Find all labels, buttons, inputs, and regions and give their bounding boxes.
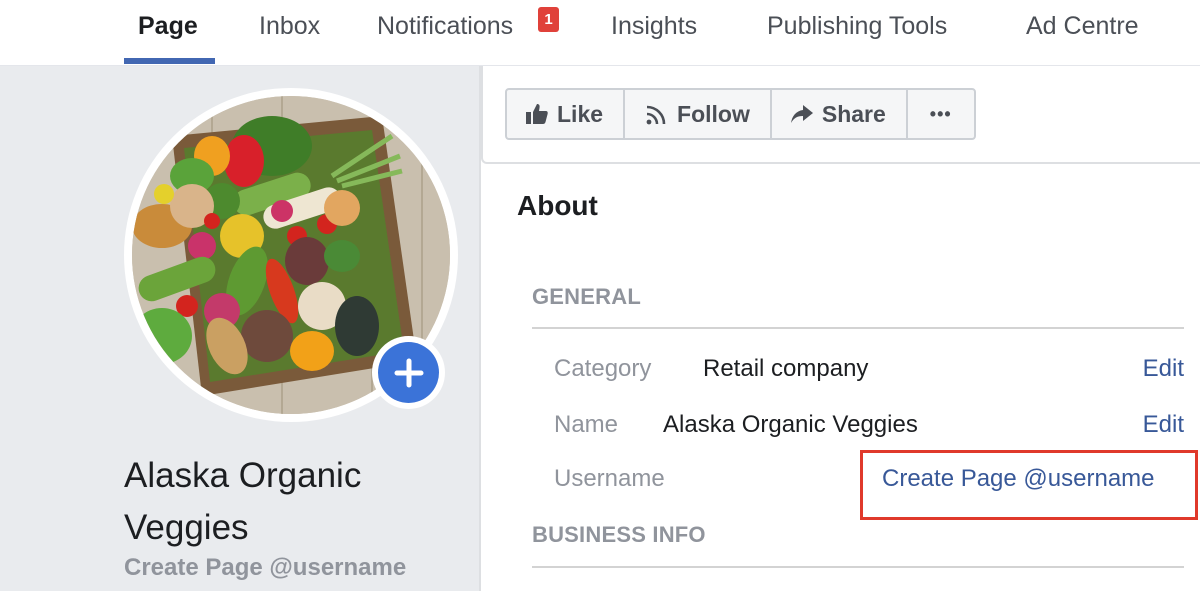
tab-insights[interactable]: Insights [611, 12, 697, 41]
active-tab-indicator [124, 58, 215, 64]
tab-notifications[interactable]: Notifications [377, 12, 513, 41]
about-heading: About [517, 190, 598, 221]
like-label: Like [557, 100, 604, 127]
create-page-username-link[interactable]: Create Page @username [882, 465, 1155, 493]
category-label: Category [554, 355, 652, 382]
edit-name-link[interactable]: Edit [1143, 411, 1184, 439]
thumbs-up-icon [526, 104, 548, 124]
page-profile-panel: Alaska Organic Veggies Create Page @user… [0, 66, 481, 591]
page-name-heading: Alaska Organic Veggies [124, 456, 362, 547]
name-value: Alaska Organic Veggies [663, 411, 918, 438]
like-button[interactable]: Like [507, 90, 626, 138]
edit-category-link[interactable]: Edit [1143, 355, 1184, 383]
share-button[interactable]: Share [772, 90, 908, 138]
notifications-count-badge: 1 [538, 7, 559, 32]
rss-follow-icon [646, 105, 666, 125]
plus-icon [394, 358, 423, 387]
general-section-label: GENERAL [532, 284, 641, 309]
share-label: Share [821, 100, 886, 127]
follow-button[interactable]: Follow [625, 90, 772, 138]
tab-page[interactable]: Page [138, 12, 198, 41]
more-options-button[interactable]: ••• [908, 90, 974, 138]
category-value: Retail company [703, 355, 869, 382]
page-top-nav: Page Inbox Notifications 1 Insights Publ… [0, 0, 1200, 66]
share-arrow-icon [790, 105, 813, 123]
follow-label: Follow [677, 100, 750, 127]
page-actions-card: Like Follow Share ••• [481, 66, 1200, 164]
add-profile-photo-button[interactable] [372, 336, 445, 409]
tab-publishing-tools[interactable]: Publishing Tools [767, 12, 947, 41]
business-info-section-label: BUSINESS INFO [532, 522, 706, 547]
business-info-divider [532, 566, 1184, 568]
username-label: Username [554, 465, 665, 492]
general-divider [532, 327, 1184, 329]
create-username-link[interactable]: Create Page @username [124, 554, 406, 582]
more-options-icon: ••• [929, 103, 952, 124]
name-label: Name [554, 411, 619, 438]
page-action-buttons: Like Follow Share ••• [505, 88, 976, 140]
tab-inbox[interactable]: Inbox [259, 12, 320, 41]
tab-ad-centre[interactable]: Ad Centre [1026, 12, 1139, 41]
